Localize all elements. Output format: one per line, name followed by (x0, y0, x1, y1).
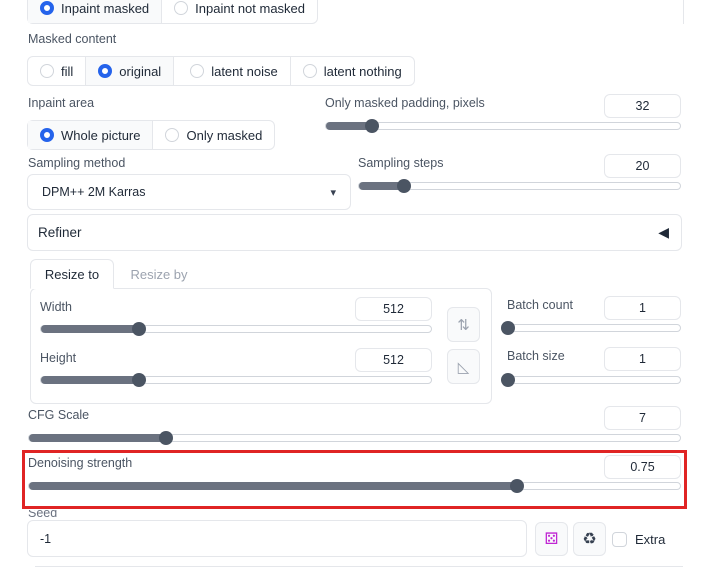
tab-resize-by[interactable]: Resize by (120, 259, 198, 289)
padding-label: Only masked padding, pixels (325, 96, 485, 110)
panel-right-border (683, 0, 684, 24)
mask-mode-group: Inpaint masked Inpaint not masked (27, 0, 319, 24)
sampling-method-value: DPM++ 2M Karras (42, 185, 146, 199)
only-masked-label: Only masked (186, 127, 263, 143)
slider-fill (41, 376, 139, 384)
tab-resize-by-label: Resize by (130, 266, 188, 282)
inpaint-area-label: Inpaint area (28, 96, 95, 110)
dice-icon: ⚄ (544, 531, 559, 548)
seed-value: -1 (40, 531, 52, 546)
width-label: Width (40, 300, 72, 314)
batch-count-slider[interactable] (501, 321, 681, 335)
inpaint-masked-label: Inpaint masked (61, 0, 150, 16)
tab-resize-to-label: Resize to (44, 266, 100, 282)
slider-fill (29, 434, 166, 442)
original-label: original (119, 63, 162, 79)
refiner-accordion[interactable]: Refiner ◀ (27, 214, 682, 251)
only-masked-option[interactable]: Only masked (153, 121, 274, 149)
denoising-strength-slider[interactable] (28, 479, 681, 493)
ratio-icon: ◺ (457, 358, 470, 376)
random-seed-button[interactable]: ⚄ (535, 522, 568, 556)
slider-thumb[interactable] (365, 119, 380, 133)
cfg-scale-input[interactable]: 7 (604, 406, 681, 430)
seed-input[interactable]: -1 (27, 520, 527, 557)
slider-thumb[interactable] (131, 322, 146, 336)
padding-slider[interactable] (325, 119, 681, 133)
radio-empty-icon (40, 64, 54, 78)
fill-label: fill (61, 63, 74, 79)
latent-noise-option[interactable]: latent noise (174, 57, 291, 85)
batch-size-label: Batch size (507, 349, 565, 363)
extra-checkbox[interactable] (612, 532, 627, 547)
slider-thumb[interactable] (396, 179, 411, 193)
radio-selected-icon (40, 128, 54, 142)
reuse-seed-button[interactable]: ♻ (573, 522, 606, 556)
fill-option[interactable]: fill (28, 57, 87, 85)
denoising-strength-input[interactable]: 0.75 (604, 455, 681, 479)
slider-fill (29, 482, 518, 490)
radio-empty-icon (174, 1, 189, 15)
masked-content-label: Masked content (28, 32, 117, 46)
padding-input[interactable]: 32 (604, 94, 681, 118)
extra-label: Extra (635, 532, 666, 547)
radio-selected-icon (40, 1, 54, 15)
inpaint-not-masked-label: Inpaint not masked (195, 0, 306, 16)
original-option[interactable]: original (86, 57, 175, 85)
height-input[interactable]: 512 (355, 348, 432, 372)
swap-dimensions-button[interactable]: ⇅ (447, 307, 480, 342)
sampling-steps-label: Sampling steps (358, 156, 444, 170)
sampling-steps-input[interactable]: 20 (604, 154, 681, 178)
inpaint-area-group: Whole picture Only masked (27, 120, 276, 150)
cfg-scale-slider[interactable] (28, 431, 681, 445)
batch-size-slider[interactable] (501, 373, 681, 387)
inpaint-not-masked-option[interactable]: Inpaint not masked (162, 0, 317, 23)
slider-thumb[interactable] (131, 373, 146, 387)
collapse-arrow-icon: ◀ (658, 224, 669, 240)
radio-selected-icon (98, 64, 113, 78)
radio-empty-icon (302, 64, 317, 78)
width-input[interactable]: 512 (355, 297, 432, 321)
bottom-divider (35, 566, 683, 567)
masked-content-group: fill original latent noise latent nothin… (27, 56, 415, 86)
denoising-strength-label: Denoising strength (28, 456, 133, 470)
recycle-icon: ♻ (582, 531, 597, 548)
whole-picture-option[interactable]: Whole picture (28, 121, 154, 149)
slider-thumb[interactable] (158, 431, 173, 445)
slider-thumb[interactable] (501, 373, 515, 387)
height-label: Height (40, 351, 77, 365)
radio-empty-icon (190, 64, 205, 78)
swap-icon: ⇅ (457, 316, 470, 334)
batch-size-input[interactable]: 1 (604, 347, 681, 371)
height-slider[interactable] (40, 373, 432, 387)
chevron-down-icon: ▾ (330, 186, 336, 199)
batch-count-input[interactable]: 1 (604, 296, 681, 320)
sampling-steps-slider[interactable] (358, 179, 681, 193)
slider-fill (41, 325, 139, 333)
width-slider[interactable] (40, 322, 432, 336)
sampling-method-dropdown[interactable]: DPM++ 2M Karras ▾ (27, 174, 351, 210)
radio-empty-icon (165, 128, 180, 142)
tab-resize-to[interactable]: Resize to (30, 259, 114, 289)
whole-picture-label: Whole picture (61, 127, 141, 143)
cfg-scale-label: CFG Scale (28, 408, 90, 422)
slider-thumb[interactable] (501, 321, 515, 335)
latent-noise-label: latent noise (211, 63, 278, 79)
aspect-ratio-button[interactable]: ◺ (447, 349, 480, 384)
batch-count-label: Batch count (507, 298, 574, 312)
inpaint-masked-option[interactable]: Inpaint masked (28, 0, 163, 23)
latent-nothing-option[interactable]: latent nothing (291, 57, 414, 85)
refiner-label: Refiner (38, 225, 82, 240)
sampling-method-label: Sampling method (28, 156, 126, 170)
latent-nothing-label: latent nothing (323, 63, 402, 79)
